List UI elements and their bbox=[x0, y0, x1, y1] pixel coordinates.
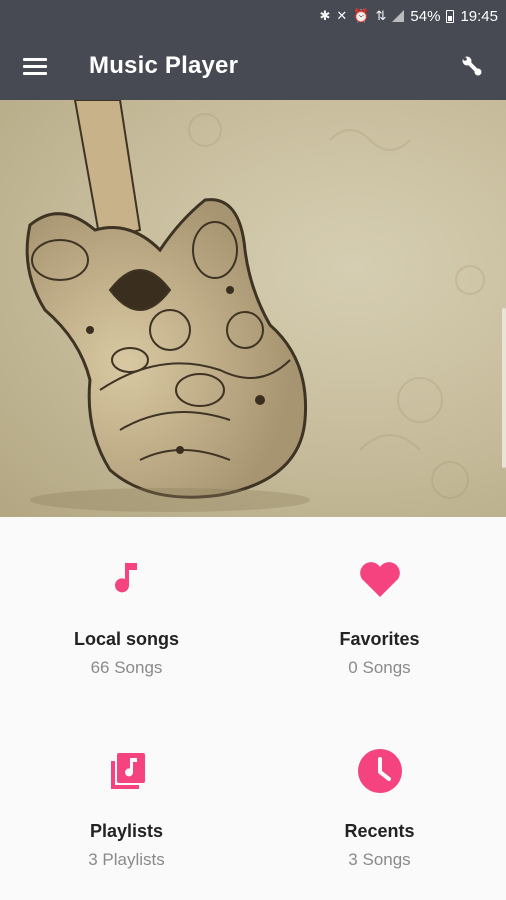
alarm-icon: ⏰ bbox=[353, 8, 370, 24]
status-bar: ✱ ✕ ⏰ ⇅ 54% 19:45 bbox=[0, 0, 506, 32]
signal-icon bbox=[392, 10, 405, 22]
tile-local-songs[interactable]: Local songs 66 Songs bbox=[0, 517, 253, 697]
playlist-icon bbox=[110, 753, 145, 789]
tile-subtitle: 3 Playlists bbox=[88, 850, 165, 869]
bluetooth-icon: ✱ bbox=[319, 8, 331, 24]
tile-favorites[interactable]: Favorites 0 Songs bbox=[253, 517, 506, 697]
mute-icon: ✕ bbox=[336, 8, 348, 24]
data-icon: ⇅ bbox=[375, 8, 387, 24]
tile-subtitle: 0 Songs bbox=[348, 658, 411, 677]
music-note-icon bbox=[114, 563, 137, 593]
app-toolbar: Music Player bbox=[0, 32, 506, 100]
scroll-indicator bbox=[502, 308, 506, 468]
clock-time: 19:45 bbox=[460, 7, 498, 25]
battery-percent: 54% bbox=[410, 7, 441, 25]
tile-recents[interactable]: Recents 3 Songs bbox=[253, 709, 506, 889]
library-grid: Local songs 66 Songs Favorites 0 Songs P… bbox=[0, 517, 506, 900]
guitar-artwork bbox=[25, 100, 485, 512]
tile-title: Playlists bbox=[89, 821, 164, 841]
tile-playlists[interactable]: Playlists 3 Playlists bbox=[0, 709, 253, 889]
tile-title: Favorites bbox=[339, 629, 420, 649]
tile-subtitle: 66 Songs bbox=[90, 658, 163, 677]
tile-title: Recents bbox=[344, 821, 415, 841]
heart-icon bbox=[359, 562, 400, 597]
menu-icon[interactable] bbox=[0, 32, 70, 100]
tile-subtitle: 3 Songs bbox=[348, 850, 411, 869]
settings-wrench-icon[interactable] bbox=[458, 52, 486, 80]
header-image bbox=[0, 100, 506, 517]
tile-title: Local songs bbox=[73, 629, 180, 649]
clock-icon bbox=[357, 749, 402, 793]
battery-icon bbox=[446, 9, 455, 23]
page-title: Music Player bbox=[89, 52, 239, 79]
